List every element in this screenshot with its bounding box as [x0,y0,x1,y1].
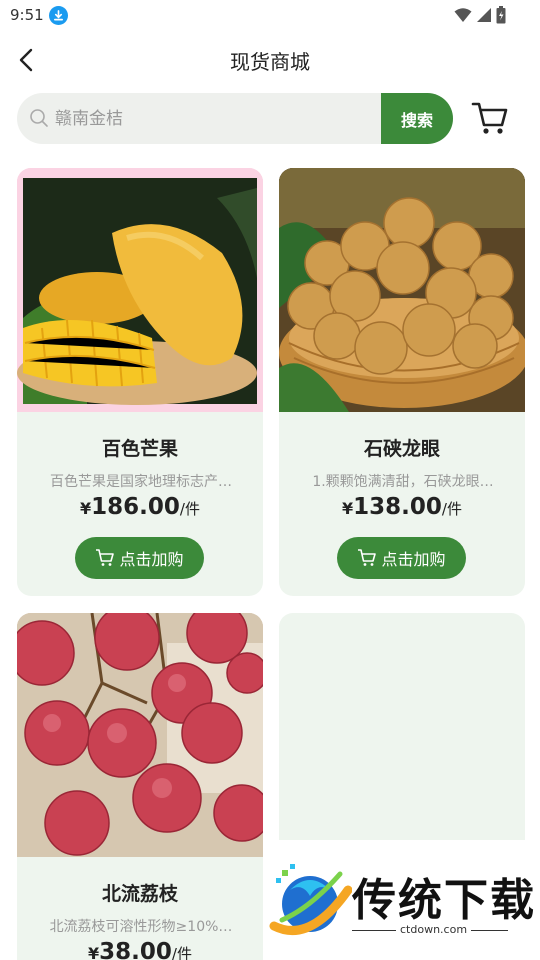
price-unit: /件 [171,945,192,960]
search-row: 搜索 [17,93,527,144]
price-unit: /件 [441,500,462,518]
mango-photo [17,168,263,412]
price-currency: ¥ [342,499,354,518]
product-description: 1.颗颗饱满清甜，石硖龙眼… [312,474,494,490]
watermark: 传统下载 ctdown.com [264,840,540,960]
product-name: 石硖龙眼 [363,438,440,460]
watermark-url: ctdown.com [396,923,472,936]
price-value: 38.00 [99,939,172,960]
price-value: 186.00 [91,494,180,520]
product-name: 北流荔枝 [101,883,178,905]
status-time: 9:51 [10,6,44,24]
price-currency: ¥ [88,944,100,960]
product-card[interactable]: 石硖龙眼 1.颗颗饱满清甜，石硖龙眼… ¥138.00/件 点击加购 [279,168,525,596]
wifi-icon [454,8,472,22]
product-name: 百色芒果 [101,438,178,460]
cart-icon [358,549,377,566]
watermark-logo [269,864,352,935]
cart-icon [471,102,508,134]
product-description: 北流荔枝可溶性形物≥10%… [49,919,233,935]
lychee-photo [17,613,263,857]
watermark-text: 传统下载 [352,875,536,926]
search-button[interactable]: 搜索 [381,93,453,144]
product-price: ¥186.00/件 [17,494,263,520]
price-unit: /件 [179,500,200,518]
product-price: ¥138.00/件 [279,494,525,520]
product-card[interactable]: 北流荔枝 北流荔枝可溶性形物≥10%… ¥38.00/件 [17,613,263,960]
page-title: 现货商城 [230,50,310,74]
search-icon [30,109,48,127]
status-icons [454,6,506,24]
product-card[interactable]: 百色芒果 百色芒果是国家地理标志产… ¥186.00/件 点击加购 [17,168,263,596]
add-to-cart-button[interactable]: 点击加购 [75,537,204,579]
download-icon [49,6,68,25]
product-price: ¥38.00/件 [17,939,263,960]
product-description: 百色芒果是国家地理标志产… [50,474,232,490]
add-to-cart-label: 点击加购 [119,550,184,569]
status-bar: 9:51 [0,0,540,32]
longan-photo [279,168,525,412]
cart-button[interactable] [471,99,509,137]
search-input[interactable] [55,106,375,132]
cart-icon [96,549,115,566]
add-to-cart-button[interactable]: 点击加购 [337,537,466,579]
nav-bar: 现货商城 [0,36,540,82]
price-value: 138.00 [353,494,442,520]
search-box: 搜索 [17,93,453,144]
price-currency: ¥ [80,499,92,518]
signal-icon [477,8,491,22]
add-to-cart-label: 点击加购 [381,550,446,569]
battery-icon [496,6,506,24]
